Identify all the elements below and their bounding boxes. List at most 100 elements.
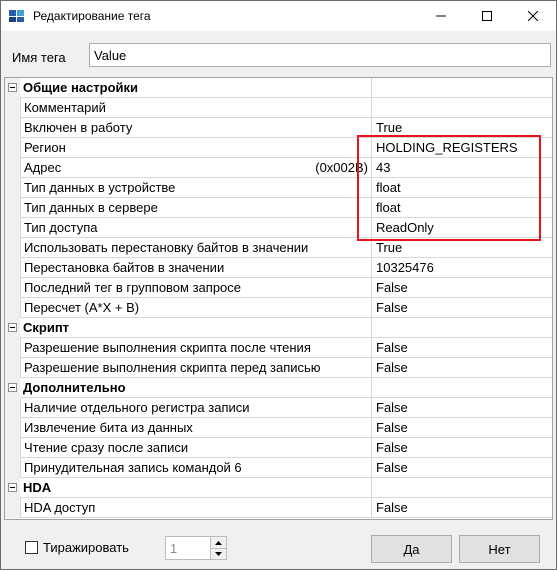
property-name-cell: Комментарий — [20, 98, 372, 118]
collapse-icon[interactable] — [8, 383, 17, 392]
property-name-cell: Чтение сразу после записи — [20, 438, 372, 458]
property-name-cell: Тип доступа — [20, 218, 372, 238]
property-value: float — [376, 200, 401, 215]
collapse-icon[interactable] — [8, 323, 17, 332]
category-label: Скрипт — [23, 320, 70, 335]
address-hex: (0x002B) — [315, 160, 368, 175]
property-row[interactable]: Пересчет (A*X + B) False — [5, 298, 552, 318]
maximize-button[interactable] — [464, 1, 510, 31]
property-value: False — [376, 360, 408, 375]
row-gutter — [5, 198, 20, 218]
category-cell: HDA — [20, 478, 371, 498]
tag-name-input[interactable] — [89, 43, 551, 67]
category-cell: Скрипт — [20, 318, 371, 338]
property-name-cell: Последний тег в групповом запросе — [20, 278, 372, 298]
property-name: Перестановка байтов в значении — [24, 260, 225, 275]
property-value-cell[interactable]: False — [371, 358, 552, 378]
app-logo-icon — [9, 10, 24, 22]
property-value-cell[interactable]: True — [371, 238, 552, 258]
category-row[interactable]: Общие настройки — [5, 78, 552, 98]
row-gutter — [5, 238, 20, 258]
row-gutter — [5, 478, 20, 498]
property-row[interactable]: Комментарий — [5, 98, 552, 118]
category-label: Общие настройки — [23, 80, 138, 95]
category-cell: Общие настройки — [20, 78, 371, 98]
property-value-cell[interactable]: HOLDING_REGISTERS — [371, 138, 552, 158]
property-value-cell[interactable]: ReadOnly — [371, 218, 552, 238]
property-row[interactable]: Тип данных в устройстве float — [5, 178, 552, 198]
category-value-cell — [371, 378, 552, 398]
property-row[interactable]: Регион HOLDING_REGISTERS — [5, 138, 552, 158]
property-row[interactable]: Извлечение бита из данных False — [5, 418, 552, 438]
property-name: Тип доступа — [24, 220, 98, 235]
property-value-cell[interactable]: False — [371, 278, 552, 298]
property-row[interactable]: Адрес (0x002B) 43 — [5, 158, 552, 178]
row-gutter — [5, 118, 20, 138]
close-button[interactable] — [510, 1, 556, 31]
category-row[interactable]: Дополнительно — [5, 378, 552, 398]
property-name: Принудительная запись командой 6 — [24, 460, 242, 475]
property-value-cell[interactable]: True — [371, 118, 552, 138]
ok-button-label: Да — [403, 541, 420, 557]
property-row[interactable]: Чтение сразу после записи False — [5, 438, 552, 458]
property-value-cell[interactable]: False — [371, 438, 552, 458]
row-gutter — [5, 158, 20, 178]
property-value-cell[interactable]: False — [371, 338, 552, 358]
row-gutter — [5, 338, 20, 358]
property-row[interactable]: Наличие отдельного регистра записи False — [5, 398, 552, 418]
replicate-checkbox[interactable] — [25, 541, 38, 554]
category-row[interactable]: Скрипт — [5, 318, 552, 338]
category-row[interactable]: HDA — [5, 478, 552, 498]
tag-name-label: Имя тега — [12, 50, 66, 65]
property-name: Разрешение выполнения скрипта перед запи… — [24, 360, 321, 375]
property-row[interactable]: Последний тег в групповом запросе False — [5, 278, 552, 298]
property-name: Регион — [24, 140, 66, 155]
stepper-buttons — [210, 537, 226, 559]
property-value: float — [376, 180, 401, 195]
property-value-cell[interactable]: float — [371, 198, 552, 218]
stepper-down-button[interactable] — [211, 548, 226, 559]
row-gutter — [5, 78, 20, 98]
property-row[interactable]: Разрешение выполнения скрипта после чтен… — [5, 338, 552, 358]
property-name: Адрес — [24, 160, 62, 175]
ok-button[interactable]: Да — [371, 535, 452, 563]
property-row[interactable]: Разрешение выполнения скрипта перед запи… — [5, 358, 552, 378]
property-value-cell[interactable] — [371, 98, 552, 118]
row-gutter — [5, 258, 20, 278]
property-row[interactable]: Включен в работу True — [5, 118, 552, 138]
row-gutter — [5, 318, 20, 338]
property-name-cell: Разрешение выполнения скрипта после чтен… — [20, 338, 372, 358]
row-gutter — [5, 218, 20, 238]
property-value-cell[interactable]: float — [371, 178, 552, 198]
collapse-icon[interactable] — [8, 483, 17, 492]
property-name-cell: Тип данных в сервере — [20, 198, 372, 218]
row-gutter — [5, 418, 20, 438]
property-row[interactable]: Использовать перестановку байтов в значе… — [5, 238, 552, 258]
property-row[interactable]: Тип данных в сервере float — [5, 198, 552, 218]
property-row[interactable]: Перестановка байтов в значении 10325476 — [5, 258, 552, 278]
property-row[interactable]: Принудительная запись командой 6 False — [5, 458, 552, 478]
property-value-cell[interactable]: 10325476 — [371, 258, 552, 278]
minimize-icon — [436, 15, 446, 17]
count-stepper[interactable]: 1 — [165, 536, 227, 560]
row-gutter — [5, 498, 20, 518]
tag-edit-dialog: Редактирование тега Имя тега Общие настр… — [0, 0, 557, 570]
property-row[interactable]: HDA доступ False — [5, 498, 552, 518]
property-row[interactable]: Тип доступа ReadOnly — [5, 218, 552, 238]
property-name: Разрешение выполнения скрипта после чтен… — [24, 340, 311, 355]
property-value-cell[interactable]: False — [371, 298, 552, 318]
property-value-cell[interactable]: False — [371, 498, 552, 518]
property-name-cell: Перестановка байтов в значении — [20, 258, 372, 278]
cancel-button[interactable]: Нет — [459, 535, 540, 563]
replicate-label[interactable]: Тиражировать — [43, 540, 129, 555]
tag-name-row: Имя тега — [1, 31, 556, 77]
minimize-button[interactable] — [418, 1, 464, 31]
property-name: Тип данных в сервере — [24, 200, 158, 215]
collapse-icon[interactable] — [8, 83, 17, 92]
property-value-cell[interactable]: False — [371, 418, 552, 438]
property-value: False — [376, 440, 408, 455]
property-value-cell[interactable]: False — [371, 458, 552, 478]
row-gutter — [5, 178, 20, 198]
property-value-cell[interactable]: 43 — [371, 158, 552, 178]
property-value-cell[interactable]: False — [371, 398, 552, 418]
